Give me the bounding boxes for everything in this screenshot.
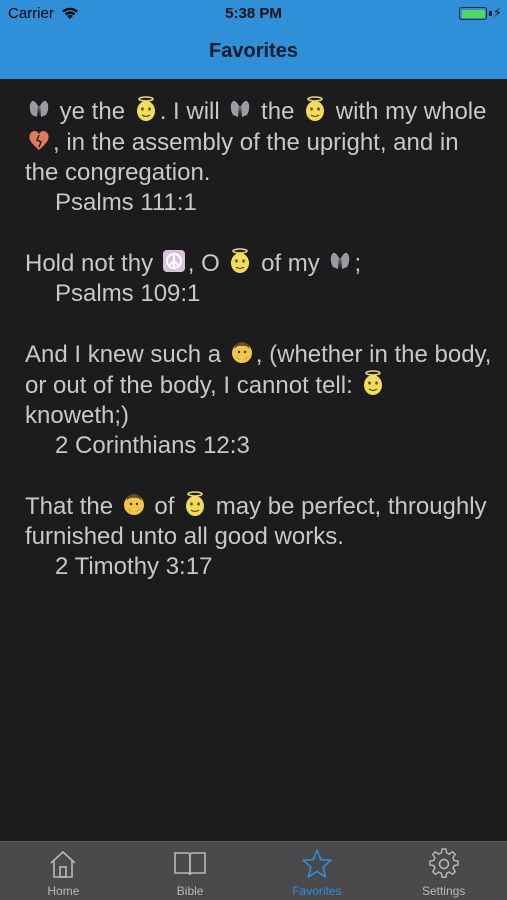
verse-text: And I knew such a , (whether in the body… (25, 339, 495, 431)
praying-hands-icon (27, 96, 51, 122)
verse-text: ye the . I will the with my whole , in t… (25, 96, 495, 188)
favorite-verse[interactable]: Hold not thy , O of my ; Psalms 109:1 (25, 248, 495, 309)
book-icon (174, 852, 206, 876)
praying-hands-icon (228, 96, 252, 122)
favorite-verse[interactable]: That the of may be perfect, throughly fu… (25, 491, 495, 582)
charging-bolt-icon: ⚡ (492, 5, 502, 20)
tab-bible[interactable]: Bible (127, 842, 254, 900)
battery-icon (459, 7, 487, 20)
tab-favorites-label: Favorites (292, 884, 342, 898)
heart-icon (27, 127, 51, 153)
praying-hands-icon (328, 248, 352, 274)
verse-text-segment: of (147, 493, 182, 520)
tab-favorites[interactable]: Favorites (254, 842, 381, 900)
tab-bar: Home Bible Favorites Settings (0, 841, 507, 900)
tab-settings[interactable]: Settings (380, 842, 507, 900)
verse-text-segment: the (254, 98, 302, 125)
page-title: Favorites (209, 40, 298, 62)
star-icon (302, 849, 332, 878)
tab-home-label: Home (47, 884, 80, 898)
status-bar: Carrier 5:38 PM ⚡ (0, 0, 507, 28)
verse-text: That the of may be perfect, throughly fu… (25, 491, 495, 552)
verse-text-segment: with my whole (329, 98, 487, 125)
home-icon (50, 850, 76, 878)
verse-text-segment: . I will (159, 98, 227, 125)
nav-header: Carrier 5:38 PM ⚡ Favorites (0, 0, 507, 79)
tab-home[interactable]: Home (0, 842, 127, 900)
battery-cap (489, 11, 492, 16)
verse-reference: Psalms 111:1 (55, 189, 197, 216)
tab-bible-label: Bible (176, 884, 204, 898)
favorite-verse[interactable]: ye the . I will the with my whole , in t… (25, 96, 495, 218)
verse-text-segment: of my (254, 250, 327, 277)
angel-face-icon (361, 370, 385, 396)
angel-face-icon (134, 96, 158, 122)
peace-symbol-icon (162, 248, 186, 274)
verse-text-segment: That the (25, 493, 120, 520)
angel-face-icon (183, 491, 207, 517)
gear-icon (428, 848, 459, 878)
status-time: 5:38 PM (225, 5, 282, 22)
verse-text-segment: knoweth;) (25, 402, 130, 429)
man-face-icon (230, 339, 254, 365)
angel-face-icon (303, 96, 327, 122)
verse-text-segment: , O (187, 250, 227, 277)
verse-text-segment: ye the (53, 98, 132, 125)
verse-text-segment: And I knew such a (25, 341, 228, 368)
verse-text-segment: , in the assembly of the upright, and in… (25, 129, 459, 186)
verse-reference: 2 Corinthians 12:3 (55, 432, 250, 459)
verse-text-segment: Hold not thy (25, 250, 160, 277)
man-face-icon (122, 491, 146, 517)
favorites-list: ye the . I will the with my whole , in t… (25, 96, 495, 612)
verse-reference: Psalms 109:1 (55, 280, 201, 307)
angel-face-icon (228, 248, 252, 274)
verse-reference: 2 Timothy 3:17 (55, 553, 213, 580)
verse-text-segment: ; (354, 250, 362, 277)
verse-text: Hold not thy , O of my ; (25, 248, 495, 279)
favorite-verse[interactable]: And I knew such a , (whether in the body… (25, 339, 495, 461)
tab-settings-label: Settings (421, 884, 466, 898)
